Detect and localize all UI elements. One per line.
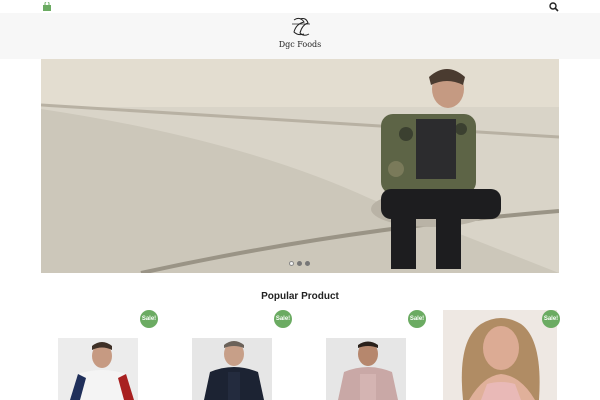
search-icon[interactable] bbox=[549, 2, 559, 12]
product-card[interactable]: Sale! bbox=[192, 310, 294, 400]
product-image bbox=[58, 338, 138, 400]
sale-badge: Sale! bbox=[408, 310, 426, 328]
product-card[interactable]: Sale! bbox=[443, 310, 560, 400]
slider-dot-3[interactable] bbox=[305, 261, 310, 266]
shopping-bag-icon[interactable] bbox=[42, 2, 52, 11]
hero-banner[interactable] bbox=[41, 59, 559, 273]
product-image bbox=[192, 338, 272, 400]
product-image bbox=[326, 338, 406, 400]
product-image bbox=[443, 310, 557, 400]
sale-badge: Sale! bbox=[140, 310, 158, 328]
section-title: Popular Product bbox=[261, 291, 339, 302]
sale-badge: Sale! bbox=[274, 310, 292, 328]
slider-dot-2[interactable] bbox=[297, 261, 302, 266]
hero-image bbox=[41, 59, 559, 273]
brand-name[interactable]: Dgc Foods bbox=[0, 40, 600, 49]
brand-logo[interactable] bbox=[280, 16, 320, 40]
product-card[interactable]: Sale! bbox=[58, 310, 160, 400]
site-header: Dgc Foods bbox=[0, 13, 600, 59]
sale-badge: Sale! bbox=[542, 310, 560, 328]
product-card[interactable]: Sale! bbox=[326, 310, 428, 400]
top-bar bbox=[0, 0, 600, 13]
slider-dots bbox=[289, 261, 310, 266]
slider-dot-1[interactable] bbox=[289, 261, 294, 266]
